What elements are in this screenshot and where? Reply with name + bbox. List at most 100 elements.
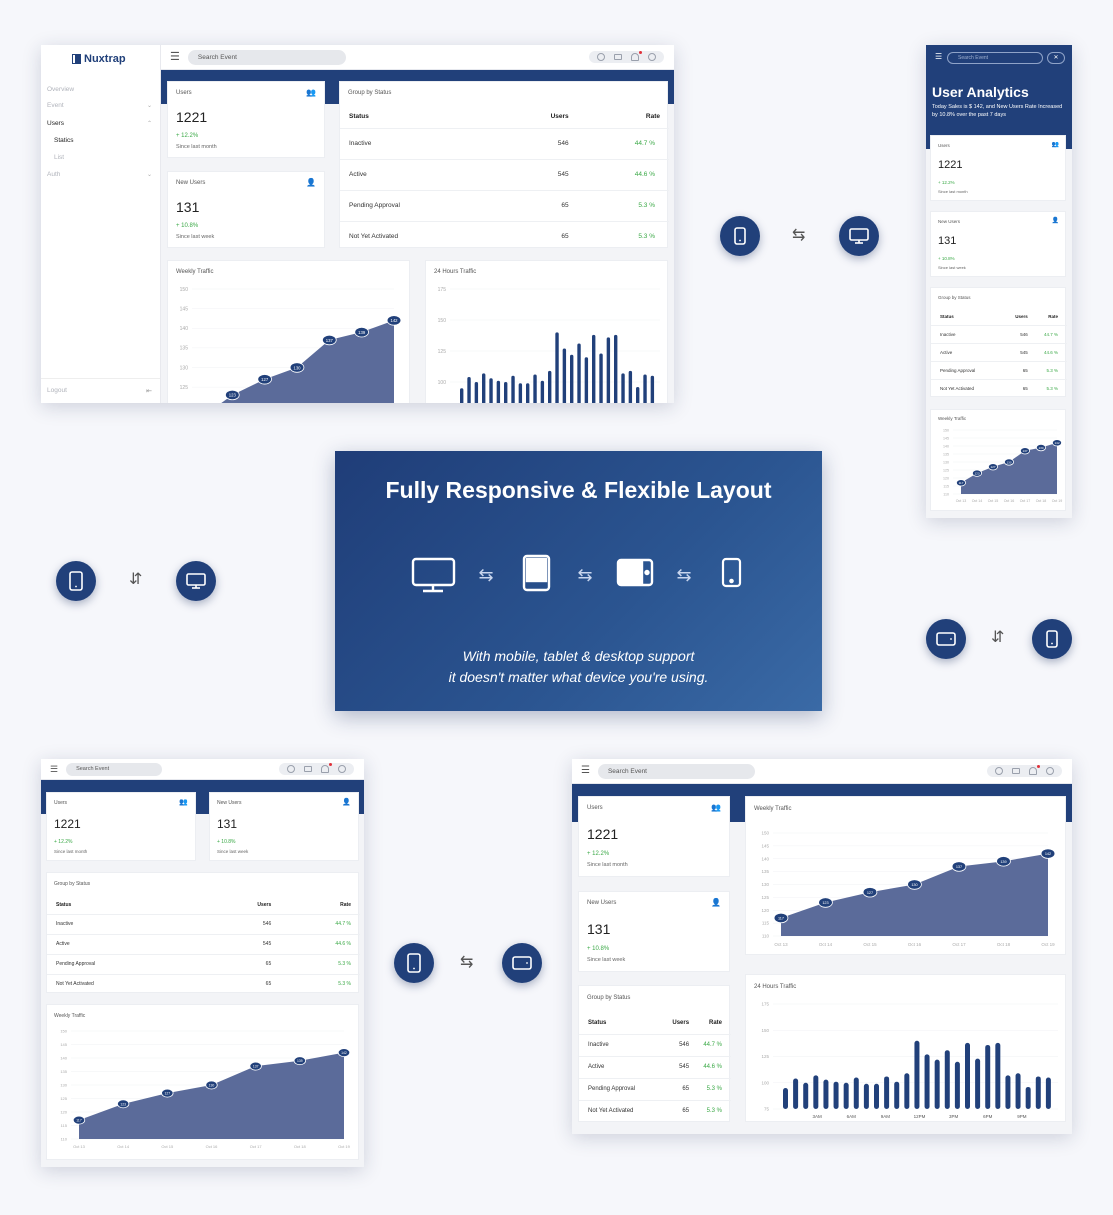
table-row: Pending Approval 65 5.3 % [47, 953, 360, 974]
bar [577, 343, 581, 403]
sidebar-item-auth[interactable]: Auth ⌄ [47, 171, 152, 178]
bar [884, 1076, 890, 1109]
y-tick-label: 110 [61, 1136, 68, 1141]
y-tick-label: 145 [761, 843, 769, 848]
y-tick-label: 125 [180, 385, 189, 391]
bar [482, 373, 486, 403]
bell-icon[interactable] [631, 51, 642, 61]
sidebar-item-users[interactable]: Users ⌃ [47, 120, 152, 127]
group-by-status-card: Group by Status Status Users Rate Inactive… [578, 985, 731, 1122]
y-tick-label: 150 [943, 428, 949, 432]
bar [489, 378, 493, 403]
search-input[interactable]: Search Event [187, 49, 346, 65]
swap-vertical-icon: ⇵ [129, 571, 143, 588]
y-tick-label: 125 [761, 1054, 769, 1059]
user-check-icon: 👤 [1051, 218, 1059, 224]
sidebar-item-overview[interactable]: Overview [47, 86, 152, 93]
close-icon[interactable]: ✕ [1047, 52, 1065, 64]
table-row: Active 545 44.6 % [579, 1055, 731, 1078]
mail-icon[interactable] [304, 766, 312, 772]
swap-vertical-icon: ⇵ [991, 629, 1005, 646]
x-tick-label: Oct 19 [1041, 942, 1055, 947]
sidebar-item-list[interactable]: List [54, 154, 152, 161]
topbar: ☰ Search Event [572, 759, 1072, 784]
sidebar-item-statics[interactable]: Statics [54, 137, 152, 144]
menu-icon[interactable]: ☰ [581, 766, 590, 776]
y-tick-label: 135 [761, 869, 769, 874]
mail-icon[interactable] [1012, 768, 1020, 774]
x-tick-label: Oct 16 [908, 942, 922, 947]
data-label: 127 [164, 1092, 170, 1096]
x-tick-label: 12PM [914, 1114, 926, 1119]
group-by-status-card: Group by Status Status Users Rate Inactive… [930, 287, 1067, 397]
bar [518, 383, 523, 403]
group-by-status-card: Group by Status Status Users Rate Inactive… [339, 81, 669, 252]
x-tick-label: Oct 17 [952, 942, 966, 947]
x-tick-label: 6PM [983, 1114, 993, 1119]
user-check-icon: 👤 [342, 799, 351, 806]
tablet-icon [394, 943, 434, 983]
data-label: 117 [76, 1119, 82, 1123]
bar [614, 334, 618, 403]
tablet-frame: ☰ Search Event Users 👥 1221 + 12.2% Sinc… [41, 759, 364, 1167]
area-series [79, 1052, 344, 1139]
bar [496, 380, 501, 403]
bar [650, 375, 655, 403]
bar [783, 1088, 788, 1109]
x-tick-label: Oct 18 [294, 1144, 307, 1149]
desktop-icon [176, 561, 216, 601]
bell-icon[interactable] [321, 763, 332, 773]
toolbar-icons [987, 765, 1062, 777]
desktop-icon [839, 216, 879, 256]
bar [599, 353, 603, 403]
x-tick-label: Oct 13 [73, 1144, 86, 1149]
menu-icon[interactable]: ☰ [50, 764, 58, 774]
search-input[interactable]: Search Event [947, 52, 1043, 64]
hero-banner: Fully Responsive & Flexible Layout ⇆ ⇆ ⇆… [335, 451, 822, 711]
x-tick-label: Oct 14 [972, 499, 983, 503]
weekly-traffic-card: Weekly Traffic 1501451401351301251201151… [167, 260, 410, 403]
bar [813, 1075, 819, 1109]
bar [1005, 1075, 1011, 1109]
clock-icon[interactable] [338, 765, 346, 773]
x-tick-label: Oct 19 [338, 1144, 351, 1149]
bar [643, 374, 647, 403]
bar [467, 377, 471, 403]
y-tick-label: 100 [761, 1080, 769, 1085]
users-card: Users 👥 1221 + 12.2% Since last month [930, 135, 1066, 201]
logout-button[interactable]: Logout ⇤ [47, 387, 152, 395]
bar [904, 1073, 910, 1109]
menu-icon[interactable]: ☰ [170, 51, 180, 63]
menu-icon[interactable]: ☰ [935, 53, 942, 61]
hours-traffic-card: 24 Hours Traffic 175 150 125 100 [425, 260, 668, 403]
refresh-icon[interactable] [597, 53, 605, 61]
sidebar-item-event[interactable]: Event ⌄ [47, 102, 152, 109]
y-tick-label: 115 [943, 484, 949, 488]
search-input[interactable]: Search Event [66, 762, 163, 776]
bar [853, 1077, 859, 1109]
brand-logo[interactable]: Nuxtrap [72, 53, 126, 65]
bar [965, 1042, 970, 1109]
y-tick-label: 140 [761, 856, 769, 861]
y-tick-label: 125 [438, 349, 447, 355]
mail-icon[interactable] [614, 54, 622, 60]
y-tick-label: 140 [60, 1055, 67, 1060]
search-input[interactable]: Search Event [597, 763, 755, 779]
clock-icon[interactable] [1046, 767, 1054, 775]
chevron-up-icon: ⌃ [146, 121, 152, 127]
refresh-icon[interactable] [287, 765, 295, 773]
y-tick-label: 135 [180, 346, 189, 352]
users-card: Users 👥 1221 + 12.2% Since last month [167, 81, 325, 158]
brand-name: Nuxtrap [84, 53, 126, 65]
y-tick-label: 145 [943, 436, 949, 440]
bar [954, 1061, 960, 1109]
clock-icon[interactable] [648, 53, 656, 61]
status-table: Status Users Rate Inactive 546 44.7 % Active… [579, 1012, 731, 1122]
y-tick-label: 130 [943, 460, 949, 464]
x-tick-label: Oct 15 [863, 942, 877, 947]
refresh-icon[interactable] [995, 767, 1003, 775]
bell-icon[interactable] [1029, 765, 1040, 775]
hours-traffic-chart: 175 150 125 100 75 3AM 6AM 9AM 12PM 3PM 6PM 9PM [761, 1002, 1058, 1119]
table-row: Inactive 546 44.7 % [47, 913, 360, 934]
users-icon: 👥 [306, 88, 316, 97]
